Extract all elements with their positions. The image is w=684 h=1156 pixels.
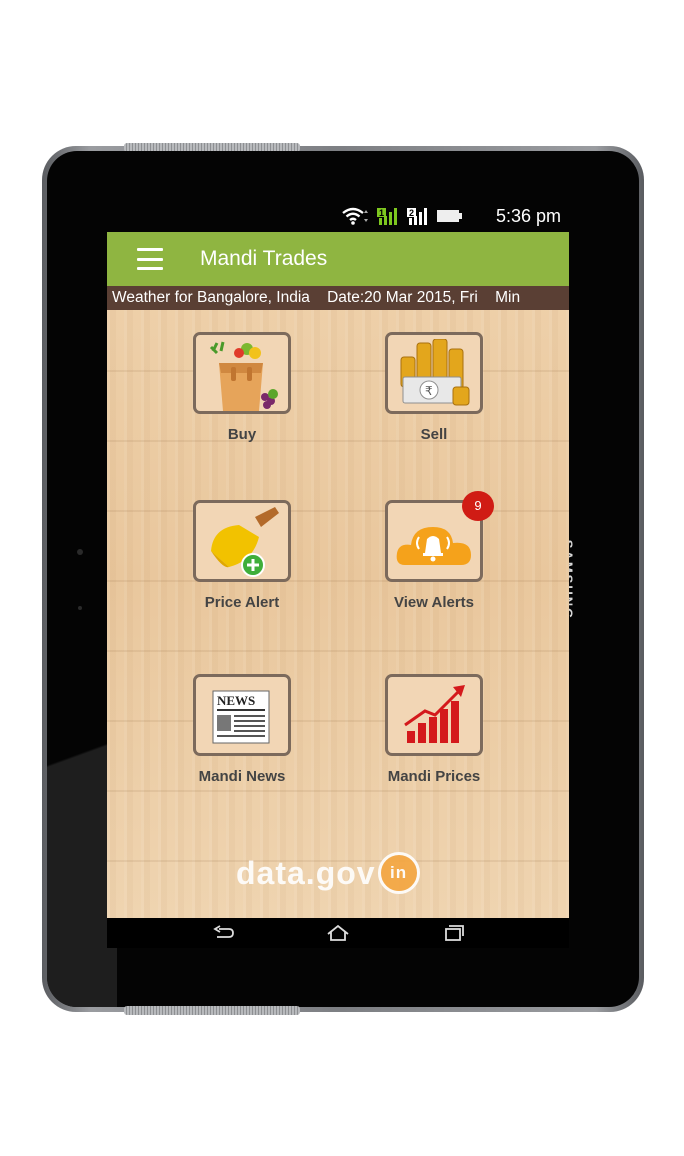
weather-ticker: Weather for Bangalore, India Date:20 Mar… — [107, 286, 569, 310]
mandi-prices-tile[interactable]: Mandi Prices — [374, 674, 494, 785]
buy-label: Buy — [227, 426, 257, 443]
system-nav-bar — [107, 918, 569, 948]
sell-tile-box[interactable]: ₹ — [385, 332, 483, 414]
newspaper-icon: NEWS — [212, 690, 270, 744]
data-gov-in-badge: in — [377, 852, 420, 894]
price-alert-label: Price Alert — [204, 594, 280, 611]
price-alert-tile-box[interactable] — [193, 500, 291, 582]
battery-icon — [437, 210, 462, 222]
front-sensor-dot — [77, 549, 83, 555]
recent-apps-icon[interactable] — [440, 924, 466, 942]
alerts-count-badge: 9 — [462, 491, 494, 521]
svg-text:1: 1 — [379, 208, 384, 218]
light-sensor-dot — [78, 606, 82, 610]
buy-tile[interactable]: Buy — [182, 332, 302, 443]
sell-label: Sell — [420, 426, 448, 443]
view-alerts-tile[interactable]: 9 View Alerts — [374, 491, 494, 611]
mandi-news-tile[interactable]: NEWS Mandi News — [182, 674, 302, 785]
hamburger-menu-icon[interactable] — [137, 248, 163, 270]
back-icon[interactable] — [211, 924, 237, 942]
signal-sim2-icon: 2 — [407, 208, 427, 225]
rising-chart-icon — [404, 685, 465, 743]
status-clock: 5:36 pm — [495, 206, 561, 226]
weather-ticker-text: Weather for Bangalore, India Date:20 Mar… — [112, 289, 521, 306]
mandi-prices-tile-box[interactable] — [385, 674, 483, 756]
app-bar: Mandi Trades — [107, 232, 569, 286]
buy-tile-box[interactable] — [193, 332, 291, 414]
home-icon[interactable] — [325, 924, 351, 942]
sell-tile[interactable]: ₹ Sell — [374, 332, 494, 443]
svg-text:₹: ₹ — [425, 384, 433, 398]
mandi-news-tile-box[interactable]: NEWS — [193, 674, 291, 756]
coins-cash-icon: ₹ — [400, 339, 470, 406]
bell-add-icon — [211, 507, 279, 577]
app-title: Mandi Trades — [200, 247, 328, 270]
data-gov-in-logo: data.gov in — [236, 852, 420, 894]
status-bar: 1 2 5:36 pm — [107, 202, 569, 232]
mandi-news-label: Mandi News — [198, 768, 286, 785]
view-alerts-label: View Alerts — [393, 594, 475, 611]
cloud-bell-icon — [396, 527, 471, 565]
wifi-icon — [342, 207, 368, 225]
mandi-prices-label: Mandi Prices — [387, 768, 481, 785]
svg-text:2: 2 — [409, 208, 414, 218]
price-alert-tile[interactable]: Price Alert — [182, 500, 302, 611]
svg-text:NEWS: NEWS — [217, 693, 255, 708]
grocery-bag-icon — [209, 341, 278, 411]
data-gov-logo-text: data.gov — [236, 854, 376, 891]
bottom-speaker-grille — [124, 1006, 300, 1015]
app-screen: Mandi Trades Weather for Bangalore, Indi… — [107, 232, 569, 918]
signal-sim1-icon: 1 — [377, 208, 397, 225]
view-alerts-tile-box[interactable]: 9 — [385, 491, 494, 582]
